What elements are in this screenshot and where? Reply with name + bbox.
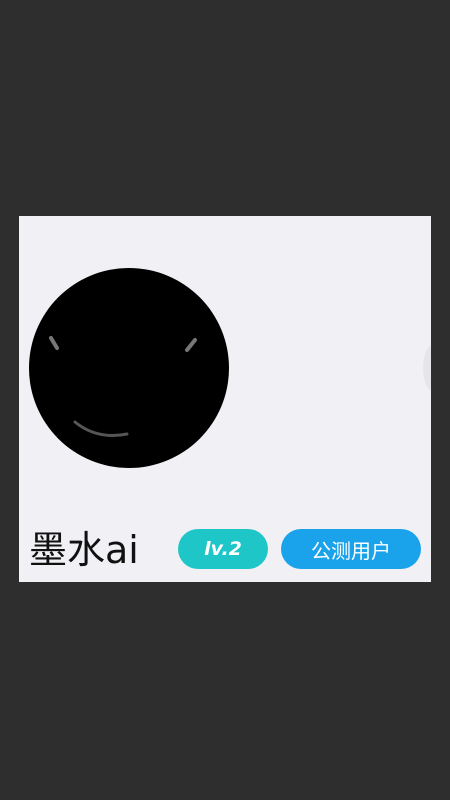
- beta-user-badge: 公测用户: [281, 529, 421, 569]
- username: 墨水ai: [29, 528, 139, 572]
- screen: 墨水ai lv.2 公测用户: [0, 0, 450, 800]
- smiling-face-avatar-icon: [49, 336, 197, 437]
- next-page-handle: [423, 344, 431, 392]
- level-badge: lv.2: [178, 529, 268, 569]
- avatar[interactable]: [29, 268, 229, 468]
- profile-card: 墨水ai lv.2 公测用户: [19, 216, 431, 582]
